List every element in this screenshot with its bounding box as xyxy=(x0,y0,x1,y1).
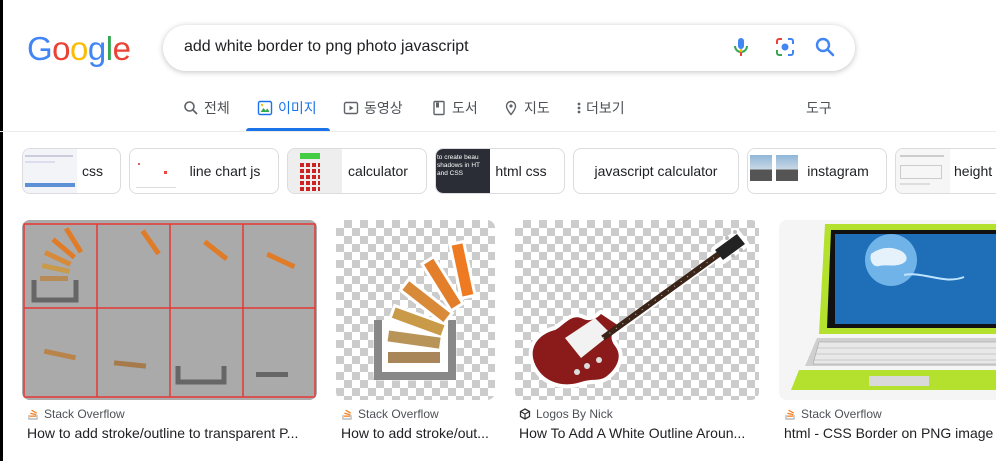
result-title[interactable]: How to add stroke/out... xyxy=(341,425,496,441)
chip-css[interactable]: css xyxy=(22,148,121,194)
google-logo[interactable]: Google xyxy=(27,30,131,68)
result-thumbnail[interactable] xyxy=(22,220,317,400)
search-icon xyxy=(184,101,198,115)
stack-overflow-logo-image xyxy=(373,239,477,381)
chip-thumbnail xyxy=(130,149,184,193)
chip-javascript-calculator[interactable]: javascript calculator xyxy=(573,148,739,194)
map-pin-icon xyxy=(505,100,517,116)
tab-label: 지도 xyxy=(524,100,550,116)
result-thumbnail[interactable] xyxy=(779,220,996,400)
tab-videos[interactable]: 동영상 xyxy=(343,98,403,118)
result-source-name: Logos By Nick xyxy=(536,407,613,421)
result-thumbnail[interactable] xyxy=(515,220,759,400)
tab-label: 전체 xyxy=(204,100,230,116)
logo-letter: o xyxy=(52,30,71,67)
play-icon xyxy=(343,101,359,115)
tab-books[interactable]: 도서 xyxy=(431,98,478,118)
chip-thumbnail xyxy=(23,149,77,193)
logo-letter: e xyxy=(112,30,131,67)
logo-letter: g xyxy=(87,30,106,67)
stack-overflow-icon xyxy=(342,409,352,420)
logo-letter: o xyxy=(70,30,88,67)
tab-maps[interactable]: 지도 xyxy=(503,98,550,118)
guitar-image xyxy=(528,230,749,389)
chip-label: css xyxy=(82,163,103,179)
chip-label: line chart js xyxy=(189,163,261,179)
chip-thumbnail xyxy=(748,149,802,193)
chip-label: calculator xyxy=(348,163,408,179)
result-source[interactable]: Logos By Nick xyxy=(519,407,613,421)
chip-thumb-text: to create beau shadows in HT and CSS xyxy=(437,154,480,177)
search-input[interactable]: add white border to png photo javascript xyxy=(184,38,469,56)
window-edge xyxy=(0,0,3,461)
tab-more[interactable]: 더보기 xyxy=(575,98,625,118)
camera-lens-icon[interactable] xyxy=(773,35,797,59)
chip-label: javascript calculator xyxy=(594,163,718,179)
image-icon xyxy=(257,100,273,116)
laptop-image xyxy=(779,220,996,400)
chip-line-chart-js[interactable]: line chart js xyxy=(129,148,279,194)
tab-label: 도서 xyxy=(452,100,478,116)
more-vert-icon xyxy=(577,102,581,114)
result-title[interactable]: html - CSS Border on PNG image xyxy=(784,425,996,441)
chip-instagram[interactable]: instagram xyxy=(747,148,887,194)
chip-label: height xyxy=(954,163,993,179)
chip-calculator[interactable]: calculator xyxy=(287,148,427,194)
result-source-name: Stack Overflow xyxy=(44,407,125,421)
search-tabs: 전체 이미지 동영상 도서 지도 더보기 도구 xyxy=(0,88,996,132)
tab-all[interactable]: 전체 xyxy=(183,98,230,118)
result-title[interactable]: How to add stroke/outline to transparent… xyxy=(27,425,312,441)
chip-label: html css xyxy=(495,163,547,179)
chip-thumbnail: to create beau shadows in HT and CSS xyxy=(436,149,490,193)
result-source[interactable]: Stack Overflow xyxy=(784,407,882,421)
chip-thumbnail xyxy=(896,149,950,193)
stack-overflow-icon xyxy=(28,409,38,420)
chip-html-css[interactable]: to create beau shadows in HT and CSS htm… xyxy=(435,148,565,194)
result-source[interactable]: Stack Overflow xyxy=(27,407,125,421)
active-tab-indicator xyxy=(246,128,330,131)
search-box[interactable]: add white border to png photo javascript xyxy=(163,25,855,71)
result-title[interactable]: How To Add A White Outline Aroun... xyxy=(519,425,755,441)
microphone-icon[interactable] xyxy=(729,35,753,59)
chip-height[interactable]: height xyxy=(895,148,996,194)
stack-overflow-icon xyxy=(785,409,795,420)
result-thumbnail[interactable] xyxy=(336,220,495,400)
result-source-name: Stack Overflow xyxy=(801,407,882,421)
chip-label: instagram xyxy=(807,163,869,179)
result-source[interactable]: Stack Overflow xyxy=(341,407,439,421)
cube-logo-icon xyxy=(519,408,531,420)
logo-letter: G xyxy=(27,30,53,67)
tab-label: 이미지 xyxy=(278,100,317,116)
tab-label: 동영상 xyxy=(364,100,403,116)
stack-overflow-sprite-image xyxy=(22,220,317,400)
book-icon xyxy=(433,100,445,116)
tab-images[interactable]: 이미지 xyxy=(257,98,317,118)
logo-letter: l xyxy=(105,30,113,67)
chip-thumbnail xyxy=(288,149,342,193)
tab-label: 더보기 xyxy=(586,100,625,116)
result-source-name: Stack Overflow xyxy=(358,407,439,421)
tools-button[interactable]: 도구 xyxy=(806,98,832,118)
search-icon[interactable] xyxy=(813,35,837,59)
